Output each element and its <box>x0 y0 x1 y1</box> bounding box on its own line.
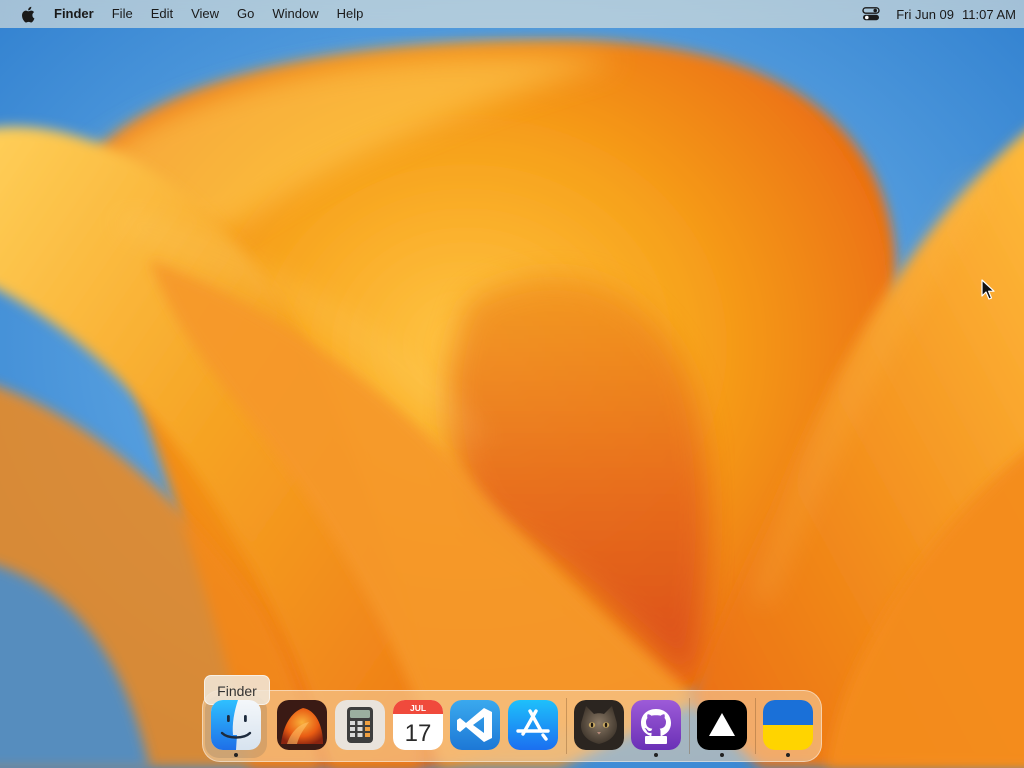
menu-app-name[interactable]: Finder <box>36 0 103 28</box>
menu-help[interactable]: Help <box>328 0 373 28</box>
dock-item-macos-ventura[interactable] <box>277 700 327 750</box>
dock-separator <box>689 698 690 754</box>
wallpaper <box>0 0 1024 768</box>
dock-item-triangle-app[interactable] <box>697 700 747 750</box>
desktop[interactable]: Finder File Edit View Go Window Help Fri… <box>0 0 1024 768</box>
dock-item-calculator[interactable] <box>335 700 385 750</box>
menu-window[interactable]: Window <box>263 0 327 28</box>
dock-item-finder[interactable] <box>211 700 261 750</box>
dock-separator <box>566 698 567 754</box>
dock-running-indicator <box>786 753 790 757</box>
github-icon <box>631 700 681 750</box>
dock-item-app-store[interactable] <box>508 700 558 750</box>
menu-edit[interactable]: Edit <box>142 0 182 28</box>
menu-bar: Finder File Edit View Go Window Help Fri… <box>0 0 1024 28</box>
dock-running-indicator <box>654 753 658 757</box>
ukraine-flag-icon <box>763 700 813 750</box>
dock-item-cat-photo[interactable] <box>574 700 624 750</box>
dock-running-indicator <box>234 753 238 757</box>
apple-logo-icon[interactable] <box>20 0 36 28</box>
mouse-pointer-icon <box>981 279 995 300</box>
vscode-icon <box>450 700 500 750</box>
dock-item-ukraine-flag[interactable] <box>763 700 813 750</box>
dock-item-calendar[interactable]: JUL 17 <box>393 700 443 750</box>
control-center-icon[interactable] <box>862 0 882 28</box>
menu-view[interactable]: View <box>182 0 228 28</box>
menu-bar-left: Finder File Edit View Go Window Help <box>20 0 372 28</box>
dock-running-indicator <box>720 753 724 757</box>
calendar-month: JUL <box>410 703 426 713</box>
app-store-icon <box>508 700 558 750</box>
menu-go[interactable]: Go <box>228 0 263 28</box>
menu-file[interactable]: File <box>103 0 142 28</box>
menu-bar-right: Fri Jun 09 11:07 AM <box>862 0 1016 28</box>
menu-bar-time[interactable]: 11:07 AM <box>962 7 1016 22</box>
triangle-app-icon <box>697 700 747 750</box>
cat-photo-icon <box>574 700 624 750</box>
menu-bar-date[interactable]: Fri Jun 09 <box>896 7 954 22</box>
macos-ventura-icon <box>277 700 327 750</box>
calendar-day: 17 <box>405 720 432 747</box>
dock-separator <box>755 698 756 754</box>
calendar-icon: JUL 17 <box>393 700 443 750</box>
finder-icon <box>211 700 261 750</box>
dock-item-vscode[interactable] <box>450 700 500 750</box>
calculator-icon <box>335 700 385 750</box>
dock-item-github[interactable] <box>631 700 681 750</box>
